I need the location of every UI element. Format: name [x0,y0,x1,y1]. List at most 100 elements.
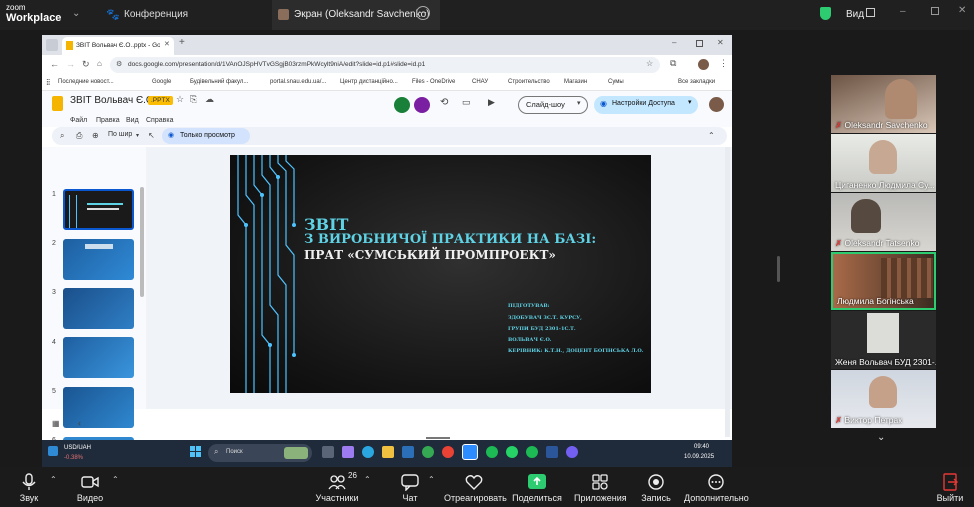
user-avatar-icon[interactable] [414,97,430,113]
menu-view[interactable]: Вид [126,117,139,124]
window-minimize-icon[interactable]: – [672,38,676,47]
participant-tile[interactable]: ✗ Виктор Петрак [831,370,936,428]
minimize-icon[interactable]: – [900,6,906,17]
cursor-icon[interactable]: ↖ [148,131,155,140]
collapse-filmstrip-icon[interactable]: ‹ [78,418,81,428]
slideshow-button[interactable]: Слайд-шоу ▾ [518,96,588,114]
meet-icon[interactable] [394,97,410,113]
maximize-icon[interactable] [931,7,939,15]
menu-file[interactable]: Файл [70,117,87,124]
browser-tab-active[interactable]: ЗВІТ Вольвач Є.О..pptx - Goog ✕ [62,37,174,55]
account-avatar[interactable] [709,97,724,112]
more-icon[interactable]: ⋯ [416,6,430,20]
slide-thumbnail-5[interactable] [63,387,134,428]
word-icon[interactable] [546,446,558,458]
collapse-icon[interactable]: ⌃ [708,131,715,140]
slide-thumbnail-2[interactable] [63,239,134,280]
zoom-icon[interactable]: ⊕ [92,131,99,140]
tab-close-icon[interactable]: ✕ [164,40,170,48]
address-bar[interactable]: ⚙ docs.google.com/presentation/d/1VAnOJS… [110,57,660,73]
whatsapp-icon[interactable] [506,446,518,458]
bookmark-star-icon[interactable]: ☆ [646,59,653,68]
participant-tile[interactable]: Циганенко Людмила Су... [831,134,936,192]
windows-start-icon[interactable] [190,446,201,457]
bookmark-item[interactable]: Google [152,79,171,85]
video-call-icon[interactable]: ▶ [488,97,495,108]
window-close-icon[interactable]: ✕ [717,38,724,47]
canvas-scrollbar[interactable] [725,147,730,437]
store-icon[interactable] [402,446,414,458]
bookmark-item[interactable]: Строительство [508,79,550,85]
zoom-app-icon[interactable] [462,444,478,460]
chevron-down-icon[interactable]: ⌄ [72,8,80,19]
bookmark-item[interactable]: Магазин [564,79,587,85]
doc-title[interactable]: ЗВІТ Вольвач Є.О. [70,95,156,106]
video-options-icon[interactable]: ⌃ [112,475,119,484]
video-button[interactable]: Видео [68,467,112,507]
panel-resize-handle[interactable] [777,256,780,282]
weather-icon[interactable] [48,446,58,456]
bookmark-item[interactable]: СНАУ [472,79,488,85]
taskbar-search[interactable]: ⌕ Поиск [208,444,312,462]
back-icon[interactable]: ← [50,59,59,69]
profile-avatar[interactable] [698,59,709,70]
apps-grid-icon[interactable]: ⣿ [46,79,50,86]
home-icon[interactable]: ⌂ [97,59,102,68]
bookmark-item[interactable]: Сумы [608,79,624,85]
star-icon[interactable]: ☆ [176,94,184,105]
task-view-icon[interactable] [322,446,334,458]
browser-menu-icon[interactable]: ⋮ [719,58,728,69]
scroll-down-icon[interactable]: ⌄ [877,432,885,443]
spotify-alt-icon[interactable] [526,446,538,458]
grid-view-icon[interactable]: ▦ [52,419,60,428]
view-label[interactable]: Вид [846,9,864,20]
tab-search-icon[interactable] [46,39,58,51]
all-bookmarks[interactable]: Все закладки [678,79,715,85]
more-button[interactable]: Дополнительно [684,467,749,507]
bookmark-item[interactable]: Центр дистанційно... [340,79,398,85]
menu-help[interactable]: Справка [146,117,173,124]
ticker-name[interactable]: USD/UAH [64,445,91,451]
comment-icon[interactable]: ▭ [462,97,471,108]
reload-icon[interactable]: ↻ [82,59,90,70]
chat-button[interactable]: Чат [394,467,426,507]
slide-thumbnail-3[interactable] [63,288,134,329]
tab-screen[interactable]: Экран (Oleksandr Savchenko) ⋯ [272,0,440,30]
spotify-icon[interactable] [486,446,498,458]
slide-thumbnail-4[interactable] [63,337,134,378]
participant-tile[interactable]: Женя Вольвач БУД 2301-... [831,311,936,369]
chevron-down-icon[interactable]: ▾ [577,99,581,107]
window-maximize-icon[interactable] [696,40,703,47]
bookmark-item[interactable]: portal.snau.edu.ua/... [270,79,326,85]
zoom-select[interactable]: По шир [108,131,132,138]
tab-conference[interactable]: 🐾 Конференция [100,0,270,30]
leave-button[interactable]: Выйти [934,467,966,507]
move-folder-icon[interactable]: ⎘ [190,94,197,105]
chrome-profile-icon[interactable] [442,446,454,458]
history-icon[interactable]: ⟲ [440,97,448,108]
access-settings-button[interactable]: ◉ Настройки Доступа ▾ [594,96,698,114]
apps-button[interactable]: Приложения [574,467,627,507]
share-button[interactable]: Поделиться [512,467,562,507]
react-button[interactable]: Отреагировать [444,467,507,507]
taskbar-date[interactable]: 10.09.2025 [684,454,714,460]
participants-options-icon[interactable]: ⌃ [364,475,371,484]
audio-button[interactable]: Звук [8,467,50,507]
chrome-icon[interactable] [422,446,434,458]
participant-tile[interactable]: ✗ Oleksandr Tatsenko [831,193,936,251]
extensions-icon[interactable]: ⧉ [670,58,676,69]
record-button[interactable]: Запись [636,467,676,507]
cloud-icon[interactable]: ☁ [205,94,214,105]
new-tab-icon[interactable]: + [179,37,185,48]
bookmark-item[interactable]: Будівельний факул... [190,79,248,85]
viber-icon[interactable] [566,446,578,458]
notes-resize-handle[interactable] [426,437,450,439]
participant-tile[interactable]: ✗ Oleksandr Savchenko [831,75,936,133]
forward-icon[interactable]: → [66,59,75,69]
chevron-down-icon[interactable]: ▾ [688,98,692,106]
menu-edit[interactable]: Правка [96,117,120,124]
close-icon[interactable]: ✕ [958,5,966,16]
taskbar-time[interactable]: 09:40 [694,444,709,450]
filmstrip-scrollbar[interactable] [140,187,144,297]
bookmark-item[interactable]: Последние новост... [58,79,114,85]
